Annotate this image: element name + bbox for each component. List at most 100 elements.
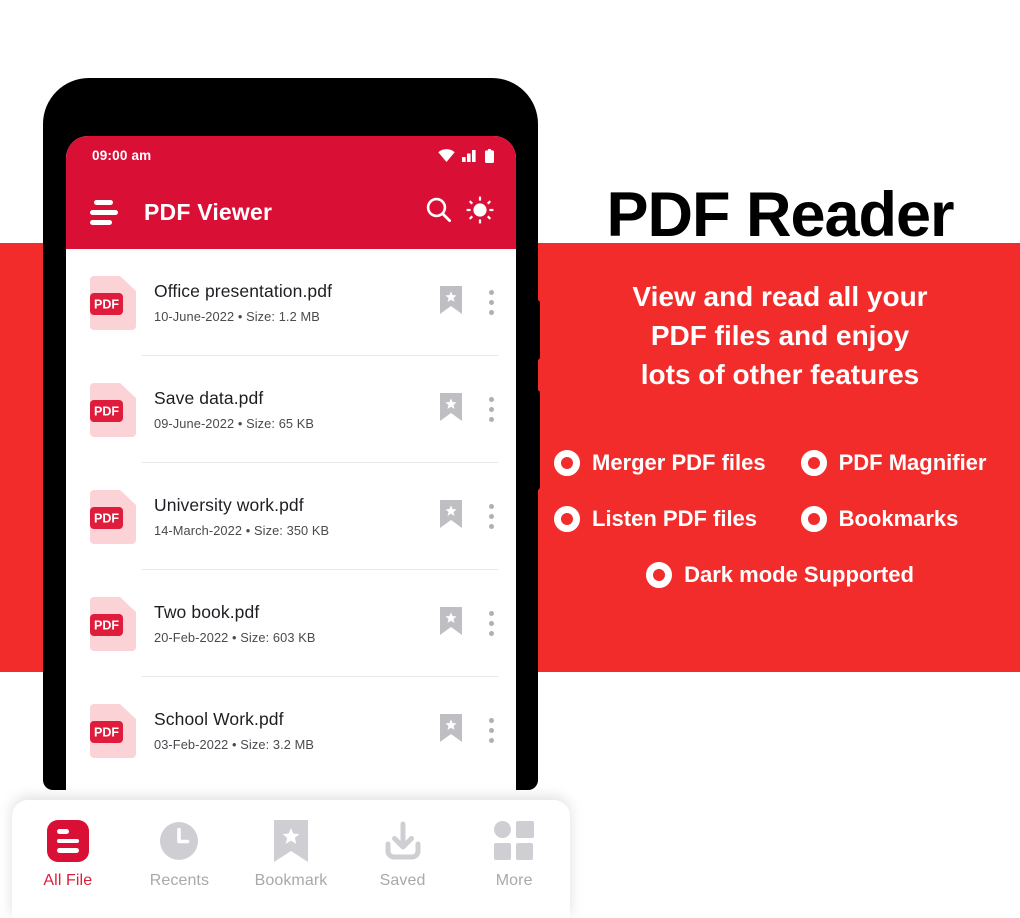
svg-text:PDF: PDF: [94, 297, 119, 311]
file-name: Two book.pdf: [154, 602, 260, 622]
svg-text:PDF: PDF: [94, 618, 119, 632]
grid-icon: [494, 818, 535, 864]
ring-bullet-icon: [554, 506, 580, 532]
brightness-icon[interactable]: [466, 196, 494, 229]
file-date: 10-June-2022: [154, 309, 235, 324]
bookmark-icon[interactable]: [440, 286, 462, 319]
bookmark-icon[interactable]: [440, 500, 462, 533]
file-meta: 03-Feb-2022 • Size: 3.2 MB: [154, 737, 440, 752]
file-meta: 09-June-2022 • Size: 65 KB: [154, 416, 440, 431]
pdf-file-icon: PDF: [90, 382, 136, 437]
file-name: School Work.pdf: [154, 709, 284, 729]
feature-label: Listen PDF files: [592, 506, 758, 531]
signal-icon: [462, 150, 476, 162]
ring-bullet-icon: [554, 450, 580, 476]
search-icon[interactable]: [425, 196, 452, 228]
file-info: Office presentation.pdf 10-June-2022 • S…: [154, 281, 440, 324]
file-info: Two book.pdf 20-Feb-2022 • Size: 603 KB: [154, 602, 440, 645]
svg-text:PDF: PDF: [94, 511, 119, 525]
feature-row-1: Merger PDF files PDF Magnifier: [540, 450, 1020, 476]
file-name: University work.pdf: [154, 495, 304, 515]
clock-icon: [158, 818, 200, 864]
file-info: Save data.pdf 09-June-2022 • Size: 65 KB: [154, 388, 440, 431]
meta-separator: •: [237, 309, 243, 324]
app-bar: PDF Viewer: [66, 175, 516, 249]
nav-item-all-file[interactable]: All File: [18, 818, 118, 890]
nav-label: Saved: [379, 872, 426, 889]
meta-separator: •: [232, 737, 237, 752]
bookmark-icon[interactable]: [440, 393, 462, 426]
download-icon: [382, 818, 424, 864]
nav-label: Bookmark: [254, 872, 328, 889]
file-date: 03-Feb-2022: [154, 737, 229, 752]
app-title: PDF Viewer: [144, 198, 273, 225]
table-row[interactable]: PDF Two book.pdf 20-Feb-2022 • Size: 603…: [66, 570, 516, 677]
ring-bullet-icon: [800, 450, 827, 476]
pdf-file-icon: PDF: [90, 596, 136, 651]
file-name: Save data.pdf: [154, 388, 264, 408]
nav-label: All File: [43, 872, 93, 889]
bookmark-icon[interactable]: [440, 607, 462, 640]
file-size: Size: 65 KB: [246, 416, 315, 431]
bookmark-icon: [273, 818, 308, 864]
promo-subtitle-line-1: View and read all your: [632, 281, 928, 312]
bookmark-icon[interactable]: [440, 714, 462, 747]
table-row[interactable]: PDF Office presentation.pdf 10-June-2022…: [66, 249, 516, 356]
file-size: Size: 3.2 MB: [240, 737, 315, 752]
more-options-icon[interactable]: [480, 286, 502, 319]
file-size: Size: 1.2 MB: [246, 309, 320, 324]
more-options-icon[interactable]: [480, 393, 502, 426]
poster-canvas: PDF Reader View and read all your PDF fi…: [0, 0, 1020, 918]
feature-label: Bookmarks: [838, 506, 959, 531]
nav-label: More: [495, 872, 533, 889]
feature-label: Merger PDF files: [592, 450, 766, 475]
meta-separator: •: [232, 630, 237, 645]
table-row[interactable]: PDF University work.pdf 14-March-2022 • …: [66, 463, 516, 570]
feature-item-darkmode: Dark mode Supported: [646, 562, 914, 588]
ring-bullet-icon: [800, 506, 827, 532]
feature-row-2: Listen PDF files Bookmarks: [540, 506, 1020, 532]
nav-label: Recents: [149, 872, 210, 889]
feature-item-magnifier: PDF Magnifier: [795, 450, 1020, 476]
more-options-icon[interactable]: [480, 714, 502, 747]
status-time: 09:00 am: [92, 148, 152, 163]
promo-subtitle: View and read all your PDF files and enj…: [540, 277, 1020, 394]
file-list: PDF Office presentation.pdf 10-June-2022…: [66, 249, 516, 784]
svg-text:PDF: PDF: [94, 725, 119, 739]
promo-title: PDF Reader: [606, 180, 954, 250]
feature-label: PDF Magnifier: [838, 450, 987, 475]
row-actions: [440, 607, 516, 640]
nav-item-saved[interactable]: Saved: [353, 818, 453, 890]
promo-subtitle-line-3: lots of other features: [640, 359, 920, 390]
battery-icon: [485, 148, 494, 163]
file-name: Office presentation.pdf: [154, 281, 333, 301]
row-actions: [440, 500, 516, 533]
feature-item-listen: Listen PDF files: [540, 506, 795, 532]
wifi-icon: [438, 149, 455, 162]
feature-item-merger: Merger PDF files: [540, 450, 795, 476]
hamburger-icon[interactable]: [90, 199, 120, 225]
more-options-icon[interactable]: [480, 607, 502, 640]
file-date: 09-June-2022: [154, 416, 235, 431]
phone-screen: 09:00 am PDF Viewer PDF Office presentat…: [66, 136, 516, 790]
pdf-file-icon: PDF: [90, 489, 136, 544]
ring-bullet-icon: [646, 562, 673, 588]
table-row[interactable]: PDF Save data.pdf 09-June-2022 • Size: 6…: [66, 356, 516, 463]
nav-item-more[interactable]: More: [464, 818, 564, 890]
file-meta: 10-June-2022 • Size: 1.2 MB: [154, 309, 440, 324]
svg-text:PDF: PDF: [94, 404, 119, 418]
table-row[interactable]: PDF School Work.pdf 03-Feb-2022 • Size: …: [66, 677, 516, 784]
nav-item-recents[interactable]: Recents: [129, 818, 229, 890]
nav-item-bookmark[interactable]: Bookmark: [241, 818, 341, 890]
promo-subtitle-line-2: PDF files and enjoy: [650, 320, 910, 351]
row-actions: [440, 714, 516, 747]
bottom-navigation-bar: All File Recents Bookmark Saved More: [12, 800, 570, 918]
row-actions: [440, 393, 516, 426]
file-size: Size: 603 KB: [240, 630, 316, 645]
meta-separator: •: [245, 523, 251, 538]
meta-separator: •: [237, 416, 243, 431]
feature-item-bookmarks: Bookmarks: [795, 506, 1020, 532]
more-options-icon[interactable]: [480, 500, 502, 533]
status-icons: [438, 148, 494, 163]
row-actions: [440, 286, 516, 319]
